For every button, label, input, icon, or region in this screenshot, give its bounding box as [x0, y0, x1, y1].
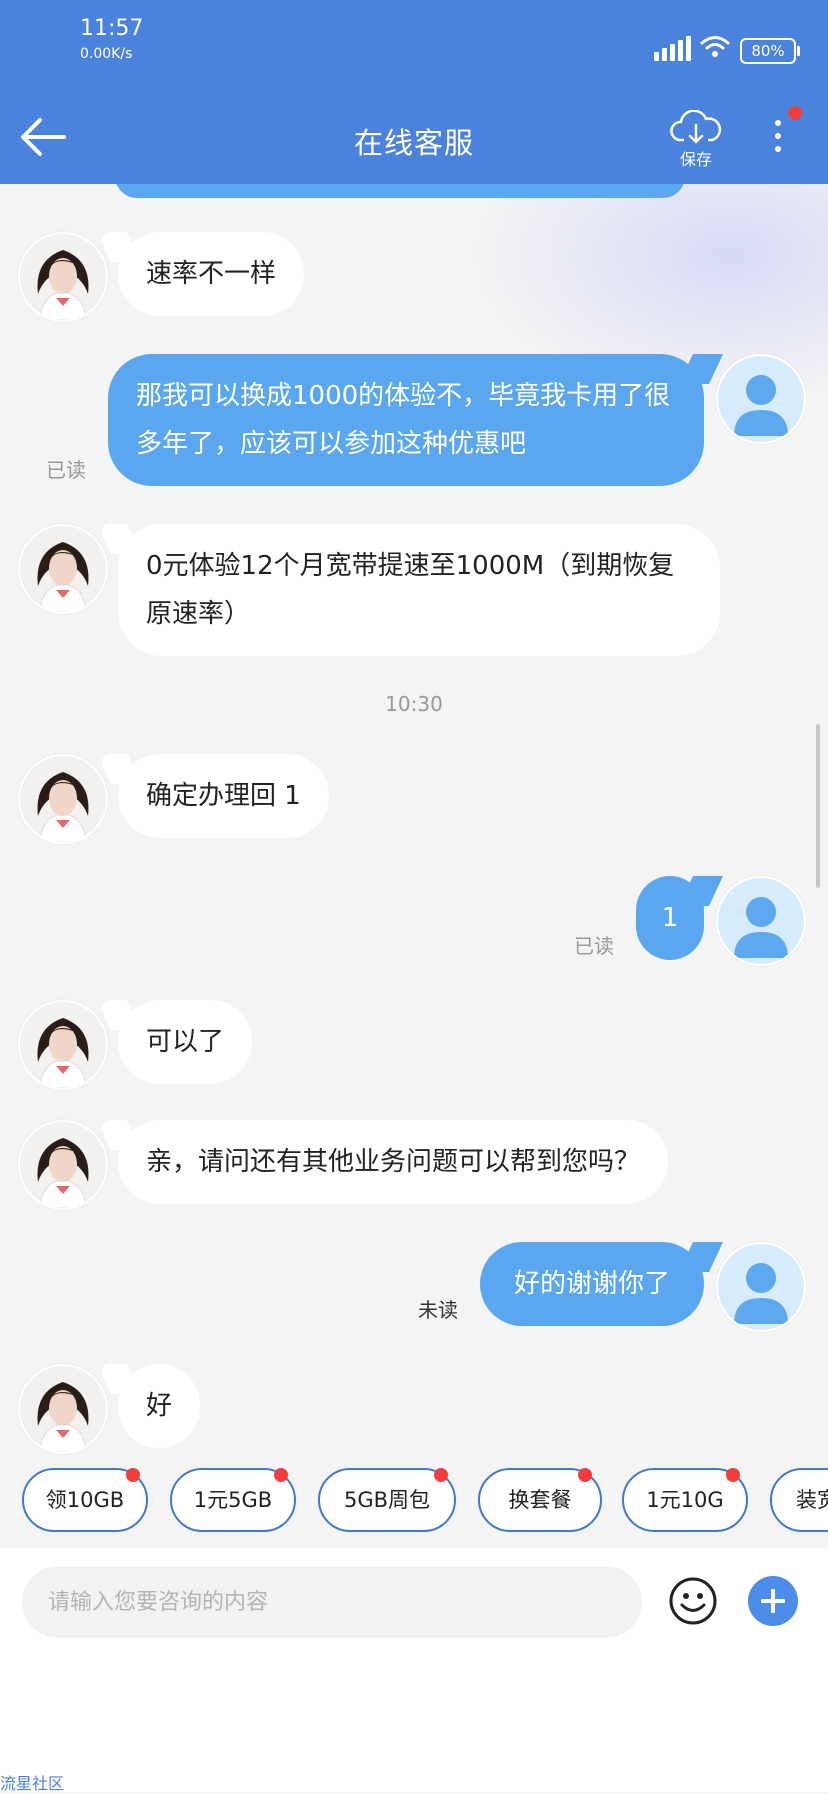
- agent-message: 可以了: [118, 1000, 253, 1084]
- message-text: 1: [661, 903, 679, 933]
- status-bar: 11:57 0.00K/s 80%: [0, 0, 828, 92]
- agent-avatar[interactable]: [18, 232, 108, 322]
- network-speed: 0.00K/s: [80, 46, 133, 62]
- user-avatar-icon: [718, 878, 804, 964]
- chip-label: 换套餐: [508, 1488, 572, 1512]
- chip-label: 5GB周包: [343, 1488, 431, 1512]
- status-time: 11:57: [80, 16, 144, 41]
- save-label: 保存: [679, 150, 712, 169]
- more-menu-button[interactable]: [770, 120, 786, 160]
- agent-avatar-image: [20, 756, 106, 842]
- agent-avatar[interactable]: [18, 1000, 108, 1090]
- user-avatar-icon: [718, 356, 804, 442]
- battery-level: 80%: [751, 42, 785, 60]
- message-text: 那我可以换成1000的体验不，毕竟我卡用了很多年了，应该可以参加这种优惠吧: [136, 381, 671, 459]
- battery-icon: 80%: [740, 38, 800, 64]
- quick-reply-chip[interactable]: 装宽带: [770, 1468, 828, 1532]
- message-text: 好的谢谢你了: [513, 1269, 670, 1299]
- wifi-icon: [700, 36, 730, 57]
- save-button[interactable]: 保存: [668, 109, 724, 170]
- signal-icon: [654, 36, 691, 61]
- input-bar: [0, 1548, 828, 1792]
- user-avatar[interactable]: [716, 354, 806, 444]
- chat-area[interactable]: 速率不一样 已读 那我可以换成1000的体验不，毕竟我卡用了很多年了，应该可以参…: [0, 184, 828, 1548]
- agent-message: 好: [118, 1364, 201, 1448]
- previous-message-bubble: [115, 184, 685, 198]
- agent-avatar-image: [20, 1122, 106, 1208]
- chip-label: 装宽带: [796, 1488, 828, 1512]
- agent-avatar-image: [20, 1002, 106, 1088]
- read-status: 已读: [574, 934, 614, 958]
- agent-avatar[interactable]: [18, 524, 108, 614]
- chip-label: 领10GB: [45, 1488, 125, 1512]
- agent-avatar[interactable]: [18, 754, 108, 844]
- agent-avatar-image: [20, 234, 106, 320]
- user-message: 1: [636, 876, 704, 960]
- message-text: 好: [146, 1391, 173, 1421]
- watermark: 流星社区: [0, 1774, 65, 1793]
- agent-avatar-image: [20, 1366, 106, 1452]
- agent-message: 确定办理回 1: [118, 754, 329, 838]
- chip-badge-dot: [578, 1468, 592, 1482]
- agent-avatar-image: [20, 526, 106, 612]
- user-message: 好的谢谢你了: [480, 1242, 704, 1326]
- message-timestamp: 10:30: [385, 692, 443, 716]
- agent-avatar[interactable]: [18, 1364, 108, 1454]
- chip-badge-dot: [726, 1468, 740, 1482]
- message-text: 亲，请问还有其他业务问题可以帮到您吗？: [146, 1147, 641, 1177]
- agent-message: 亲，请问还有其他业务问题可以帮到您吗？: [118, 1120, 669, 1204]
- chip-label: 1元5GB: [193, 1488, 273, 1512]
- user-avatar[interactable]: [716, 876, 806, 966]
- chip-badge-dot: [434, 1468, 448, 1482]
- message-text: 可以了: [146, 1027, 225, 1057]
- message-text: 0元体验12个月宽带提速至1000M（到期恢复原速率）: [146, 551, 675, 629]
- message-input[interactable]: [22, 1566, 642, 1638]
- emoji-icon[interactable]: [668, 1576, 718, 1626]
- navigation-bar: 在线客服 保存: [0, 92, 828, 184]
- agent-avatar[interactable]: [18, 1120, 108, 1210]
- unread-status: 未读: [418, 1298, 458, 1322]
- plus-icon[interactable]: [748, 1576, 798, 1626]
- chip-label: 1元10G: [646, 1488, 724, 1512]
- user-avatar-icon: [718, 1244, 804, 1330]
- read-status: 已读: [46, 458, 86, 482]
- message-text: 速率不一样: [146, 259, 277, 289]
- quick-reply-bar: 领10GB 1元5GB 5GB周包 换套餐 1元10G 装宽带: [0, 1468, 828, 1548]
- notification-dot: [788, 106, 802, 120]
- chip-badge-dot: [274, 1468, 288, 1482]
- user-avatar[interactable]: [716, 1242, 806, 1332]
- user-message: 那我可以换成1000的体验不，毕竟我卡用了很多年了，应该可以参加这种优惠吧: [108, 354, 704, 486]
- agent-message: 速率不一样: [118, 232, 305, 316]
- scrollbar[interactable]: [816, 724, 820, 888]
- cloud-download-icon: [670, 109, 722, 144]
- chip-badge-dot: [126, 1468, 140, 1482]
- agent-message: 0元体验12个月宽带提速至1000M（到期恢复原速率）: [118, 524, 720, 656]
- message-text: 确定办理回 1: [146, 781, 301, 811]
